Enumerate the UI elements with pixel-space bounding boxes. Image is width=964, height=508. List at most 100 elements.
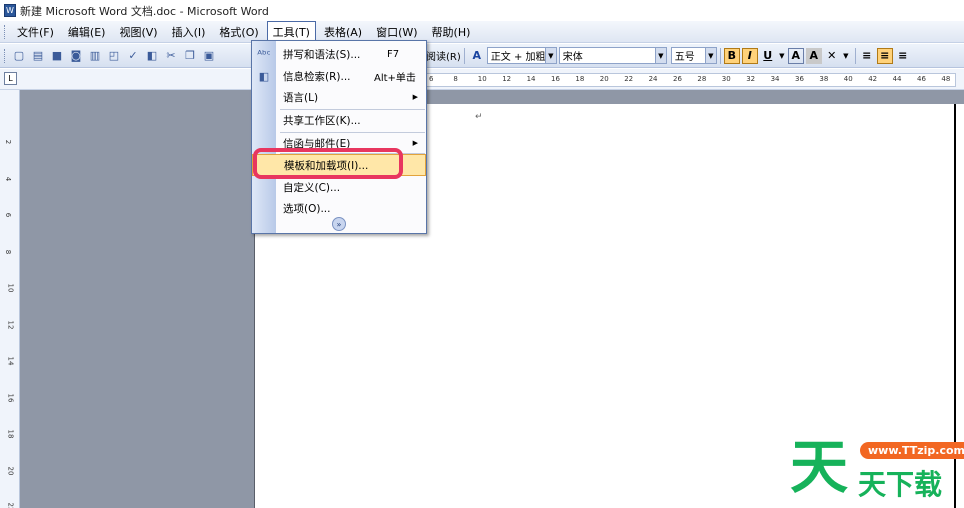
vertical-ruler[interactable]: 2 4 6 8 10 12 14 16 18 20 22 (0, 90, 20, 508)
window-title: 新建 Microsoft Word 文档.doc - Microsoft Wor… (20, 4, 269, 18)
ruler-tick-label: 34 (770, 75, 780, 83)
ruler-tick-label: 6 (429, 75, 434, 83)
submenu-arrow-icon: ▶ (412, 93, 418, 101)
ruler-tick-label: 28 (697, 75, 707, 83)
menu-help[interactable]: 帮助(H) (426, 21, 477, 43)
paste-icon[interactable]: ▣ (200, 47, 218, 65)
menu-item-label: 拼写和语法(S)... (283, 48, 361, 61)
print-preview-icon[interactable]: ◰ (105, 47, 123, 65)
ruler-tick-label: 40 (843, 75, 853, 83)
menu-item-shared-workspace[interactable]: 共享工作区(K)... (252, 109, 426, 131)
styles-pane-icon[interactable]: A (468, 47, 486, 65)
paragraph-mark: ↵ (475, 112, 483, 122)
char-border-button[interactable]: A (787, 47, 804, 64)
ruler-tick-label: 2 (4, 139, 13, 145)
new-document-icon[interactable]: ▢ (10, 47, 28, 65)
menu-item-spelling-grammar[interactable]: ᴬᵇᶜ 拼写和语法(S)... F7 (252, 43, 426, 65)
research-toolbar-icon[interactable]: ◧ (143, 47, 161, 65)
menu-item-shortcut: F7 (387, 48, 400, 60)
ruler-tick-label: 18 (575, 75, 585, 83)
menu-item-label: 选项(O)... (283, 202, 331, 215)
chevron-down-icon[interactable]: ▼ (544, 48, 556, 63)
expand-menu-icon[interactable]: » (332, 217, 346, 231)
ruler-tick-label: 32 (746, 75, 756, 83)
chevron-down-icon[interactable]: ▼ (704, 48, 716, 63)
align-left-icon[interactable]: ≡ (859, 48, 875, 64)
ruler-tick-label: 24 (648, 75, 658, 83)
font-combo[interactable]: 宋体 ▼ (558, 47, 667, 64)
watermark-logo-char: 天 (790, 433, 849, 501)
reading-mode-button[interactable]: 阅读(R) (426, 48, 461, 63)
research-icon: ◧ (258, 69, 270, 83)
align-right-icon[interactable]: ≡ (895, 48, 911, 64)
copy-icon[interactable]: ❐ (181, 47, 199, 65)
site-watermark: 天 www.TTzip.com 天下载 (790, 432, 964, 504)
menubar-grip[interactable] (4, 24, 7, 39)
permission-icon[interactable]: ◙ (67, 47, 85, 65)
ruler-tick-label: 4 (4, 176, 13, 181)
ruler-tick-label: 22 (6, 502, 15, 508)
ruler-tick-label: 14 (526, 75, 536, 83)
menu-edit[interactable]: 编辑(E) (62, 21, 112, 43)
menu-item-research[interactable]: ◧ 信息检索(R)... Alt+单击 (252, 65, 426, 87)
menu-view[interactable]: 视图(V) (113, 21, 163, 43)
ruler-tick-label: 48 (941, 75, 951, 83)
toolbar-separator (854, 47, 856, 64)
menu-item-label: 信息检索(R)... (283, 70, 351, 83)
toolbar-separator (463, 47, 465, 64)
char-shading-button[interactable]: A (805, 47, 822, 64)
chevron-down-icon[interactable]: ▼ (842, 48, 850, 64)
tools-dropdown-menu: ᴬᵇᶜ 拼写和语法(S)... F7 ◧ 信息检索(R)... Alt+单击 语… (251, 40, 427, 234)
menu-item-shortcut: Alt+单击 (374, 72, 416, 84)
menu-item-customize[interactable]: 自定义(C)... (252, 176, 426, 198)
menu-item-options[interactable]: 选项(O)... (252, 197, 426, 219)
word-app-icon: W (4, 4, 16, 17)
ruler-tick-label: 42 (868, 75, 878, 83)
align-center-icon[interactable]: ≡ (876, 47, 893, 64)
chevron-down-icon[interactable]: ▼ (654, 48, 666, 63)
spellcheck-toolbar-icon[interactable]: ✓ (124, 47, 142, 65)
menu-item-label: 自定义(C)... (283, 181, 341, 194)
menu-file[interactable]: 文件(F) (11, 21, 60, 43)
ruler-tick-label: 18 (6, 429, 15, 439)
watermark-brand-text: 天下载 (858, 468, 943, 501)
italic-button[interactable]: I (741, 47, 758, 64)
menu-item-label: 语言(L) (283, 91, 319, 104)
ruler-tick-label: 20 (6, 466, 15, 475)
underline-button[interactable]: U (760, 48, 776, 64)
menu-insert[interactable]: 插入(I) (166, 21, 212, 43)
title-bar: W 新建 Microsoft Word 文档.doc - Microsoft W… (0, 0, 964, 21)
ruler-tick-label: 10 (477, 75, 487, 83)
menu-tools[interactable]: 工具(T) (266, 21, 316, 42)
spellcheck-icon: ᴬᵇᶜ (257, 47, 271, 61)
font-size-combo[interactable]: 五号 ▼ (670, 47, 717, 64)
watermark-url: www.TTzip.com (860, 442, 964, 459)
print-icon[interactable]: ▥ (86, 47, 104, 65)
ruler-tick-label: 44 (892, 75, 902, 83)
ruler-tick-label: 30 (721, 75, 731, 83)
menu-item-language[interactable]: 语言(L) ▶ (252, 86, 426, 108)
toolbar: ▢ ▤ ■ ◙ ▥ ◰ ✓ ◧ ✂ ❐ ▣ 阅读(R) A 正文 + 加粗 ▼ … (0, 44, 964, 68)
ruler-tick-label: 16 (6, 393, 15, 402)
chevron-down-icon[interactable]: ▼ (778, 48, 786, 64)
bold-button[interactable]: B (723, 47, 740, 64)
style-combo[interactable]: 正文 + 加粗 ▼ (486, 47, 557, 64)
font-combo-value: 宋体 (562, 52, 583, 63)
horizontal-ruler-row: L 6 8 10 12 14 16 18 20 22 24 26 28 30 32 34 36 38 40 42 44… (0, 69, 964, 90)
tab-selector[interactable]: L (4, 72, 17, 85)
ruler-tick-label: 22 (624, 75, 634, 83)
style-combo-value: 正文 + 加粗 (490, 52, 546, 63)
highlight-annotation (253, 148, 403, 179)
ruler-tick-label: 16 (551, 75, 560, 83)
submenu-arrow-icon: ▶ (412, 139, 418, 147)
ruler-tick-label: 6 (4, 212, 13, 218)
ruler-tick-label: 14 (6, 356, 15, 366)
ruler-tick-label: 38 (819, 75, 829, 83)
open-folder-icon[interactable]: ▤ (29, 47, 47, 65)
cut-icon[interactable]: ✂ (162, 47, 180, 65)
font-size-value: 五号 (674, 52, 695, 63)
toolbar-grip[interactable] (4, 48, 7, 63)
phonetic-guide-icon[interactable]: ✕ (824, 48, 840, 64)
save-icon[interactable]: ■ (48, 47, 66, 65)
ruler-tick-label: 12 (6, 320, 15, 329)
